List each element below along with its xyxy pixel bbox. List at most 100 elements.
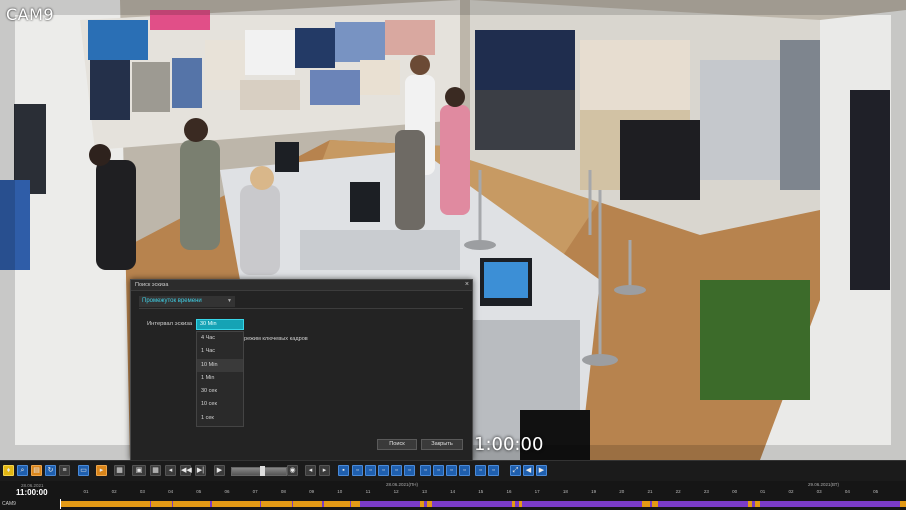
timeline-track[interactable] bbox=[60, 501, 906, 507]
grid-32-icon[interactable]: ▫ bbox=[475, 465, 486, 476]
hour-tick: 05 bbox=[873, 489, 879, 494]
option-10-min[interactable]: 10 Min bbox=[197, 358, 243, 372]
next-channel-icon[interactable]: ▸ bbox=[319, 465, 330, 476]
timeline-current-time: 11:00:00 bbox=[16, 488, 48, 497]
motion-segment bbox=[432, 501, 512, 507]
option-10-sec[interactable]: 10 сек bbox=[197, 398, 243, 411]
rewind-icon[interactable]: ◀◀ bbox=[180, 465, 192, 476]
motion-segment bbox=[522, 501, 642, 507]
hour-tick: 01 bbox=[760, 489, 766, 494]
grid-16-icon[interactable]: ▫ bbox=[433, 465, 444, 476]
interval-label: Интервал эскиза bbox=[147, 321, 193, 327]
fullscreen-icon[interactable]: ⤢ bbox=[510, 465, 521, 476]
frame-back-icon[interactable]: ◂ bbox=[165, 465, 176, 476]
grid-4-icon[interactable]: ▫ bbox=[352, 465, 363, 476]
motion-segment bbox=[515, 501, 519, 507]
grid-25-icon[interactable]: ▫ bbox=[459, 465, 470, 476]
hour-tick: 02 bbox=[788, 489, 794, 494]
hour-tick: 21 bbox=[647, 489, 653, 494]
alarm-bell-icon[interactable]: ♦ bbox=[3, 465, 14, 476]
playback-timecode: 1:00:00 bbox=[474, 434, 544, 455]
motion-segment bbox=[292, 501, 293, 507]
grid-9-icon[interactable]: ▫ bbox=[391, 465, 402, 476]
grid-10-icon[interactable]: ▫ bbox=[404, 465, 415, 476]
interval-select[interactable]: 30 Min bbox=[196, 319, 244, 330]
grid-36-icon[interactable]: ▫ bbox=[488, 465, 499, 476]
hour-tick: 14 bbox=[450, 489, 456, 494]
option-1-min[interactable]: 1 Min bbox=[197, 372, 243, 385]
playback-speed-slider[interactable] bbox=[231, 466, 287, 476]
tab-time-range-label: Промежуток времени bbox=[142, 298, 202, 304]
grid-8-icon[interactable]: ▫ bbox=[378, 465, 389, 476]
dialog-title: Поиск эскиза bbox=[135, 282, 169, 288]
timeline-cursor[interactable] bbox=[60, 499, 61, 509]
motion-segment bbox=[172, 501, 173, 507]
hour-tick: 13 bbox=[421, 489, 427, 494]
list-icon[interactable]: ≡ bbox=[59, 465, 70, 476]
motion-segment bbox=[424, 501, 427, 507]
hour-tick: 03 bbox=[139, 489, 145, 494]
chevron-down-icon: ▼ bbox=[227, 298, 232, 304]
hour-tick: 23 bbox=[703, 489, 709, 494]
next-page-icon[interactable]: ▶ bbox=[536, 465, 547, 476]
grid-6-icon[interactable]: ▫ bbox=[365, 465, 376, 476]
hour-tick: 17 bbox=[534, 489, 540, 494]
hour-tick: 03 bbox=[816, 489, 822, 494]
hour-tick: 01 bbox=[83, 489, 89, 494]
hour-tick: 15 bbox=[478, 489, 484, 494]
motion-segment bbox=[150, 501, 151, 507]
motion-segment bbox=[322, 501, 324, 507]
option-30-sec[interactable]: 30 сек bbox=[197, 385, 243, 398]
search-button[interactable]: Поиск bbox=[377, 439, 417, 450]
timeline-date-right: 29.06.2021(ВТ) bbox=[808, 482, 839, 487]
hour-tick: 22 bbox=[675, 489, 681, 494]
hour-tick: 10 bbox=[337, 489, 343, 494]
lock-icon[interactable]: ◉ bbox=[287, 465, 298, 476]
play-icon[interactable]: ▶ bbox=[214, 465, 225, 476]
motion-segment bbox=[752, 501, 755, 507]
motion-segment bbox=[760, 501, 900, 507]
motion-segment bbox=[350, 501, 351, 507]
hour-tick: 05 bbox=[196, 489, 202, 494]
option-1-sec[interactable]: 1 сек bbox=[197, 412, 243, 425]
hour-tick: 20 bbox=[619, 489, 625, 494]
motion-segment bbox=[260, 501, 261, 507]
keyframe-mode-label[interactable]: режим ключевых кадров bbox=[244, 336, 308, 342]
hour-tick: 07 bbox=[252, 489, 258, 494]
thumbnail-search-icon[interactable]: ▣ bbox=[132, 465, 146, 476]
dialog-titlebar[interactable]: Поиск эскиза × bbox=[131, 280, 472, 291]
hour-tick: 19 bbox=[591, 489, 597, 494]
option-4-hours[interactable]: 4 Час bbox=[197, 332, 243, 345]
timeline-date-mid: 28.06.2021(ПН) bbox=[386, 482, 419, 487]
motion-segment bbox=[650, 501, 652, 507]
motion-segment bbox=[658, 501, 748, 507]
tab-row: Промежуток времени ▼ bbox=[139, 296, 463, 309]
clip-icon[interactable]: ▦ bbox=[114, 465, 125, 476]
step-forward-icon[interactable]: ▶| bbox=[195, 465, 206, 476]
monitor-icon[interactable]: ▭ bbox=[78, 465, 89, 476]
close-button[interactable]: Закрыть bbox=[421, 439, 463, 450]
refresh-icon[interactable]: ↻ bbox=[45, 465, 56, 476]
backup-icon[interactable]: ▸ bbox=[96, 465, 107, 476]
close-icon[interactable]: × bbox=[465, 280, 469, 290]
grid-1-icon[interactable]: ▪ bbox=[338, 465, 349, 476]
folder-icon[interactable]: ▤ bbox=[31, 465, 42, 476]
hour-tick: 06 bbox=[224, 489, 230, 494]
prev-page-icon[interactable]: ◀ bbox=[523, 465, 534, 476]
calendar-icon[interactable]: ▦ bbox=[150, 465, 161, 476]
tab-time-range[interactable]: Промежуток времени ▼ bbox=[139, 296, 235, 307]
hour-tick: 04 bbox=[844, 489, 850, 494]
hour-tick: 04 bbox=[168, 489, 174, 494]
timeline-hour-ticks: 01 02 03 04 05 06 07 08 09 10 11 12 13 14 15 16 17 18 19 20… bbox=[60, 489, 906, 497]
grid-20-icon[interactable]: ▫ bbox=[446, 465, 457, 476]
hour-tick: 11 bbox=[365, 489, 371, 494]
thumbnail-search-dialog: Поиск эскиза × Промежуток времени ▼ Инте… bbox=[130, 279, 473, 461]
motion-segment bbox=[210, 501, 212, 507]
option-1-hour[interactable]: 1 Час bbox=[197, 345, 243, 358]
search-icon[interactable]: ⌕ bbox=[17, 465, 28, 476]
grid-13-icon[interactable]: ▫ bbox=[420, 465, 431, 476]
camera-label: CAM9 bbox=[6, 5, 55, 24]
prev-channel-icon[interactable]: ◂ bbox=[305, 465, 316, 476]
hour-tick: 09 bbox=[309, 489, 315, 494]
speed-slider-handle[interactable] bbox=[260, 466, 265, 476]
